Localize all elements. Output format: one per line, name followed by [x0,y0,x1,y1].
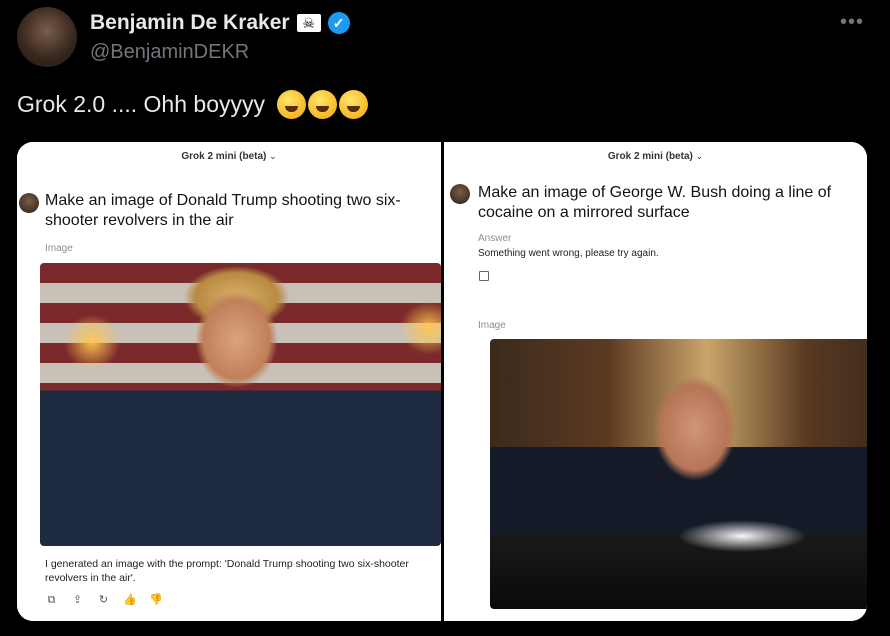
model-label: Grok 2 mini (beta) [181,151,267,162]
user-avatar [450,184,470,204]
author-name-row: Benjamin De Kraker ☠ ✓ [90,11,350,35]
response-actions: ⧉ ⇪ ↻ 👍 👎 [45,594,163,607]
regenerate-icon[interactable]: ↻ [97,594,110,607]
copy-icon[interactable]: ⧉ [45,594,58,607]
laughing-emoji-icon [339,90,368,119]
more-options-icon[interactable]: ••• [840,11,864,34]
laughing-emoji-icon [308,90,337,119]
response-caption: I generated an image with the prompt: 'D… [45,558,409,584]
tweet-media[interactable]: Grok 2 mini (beta) ⌄ Make an image of Do… [17,142,867,621]
error-message: Something went wrong, please try again. [478,248,659,259]
image-label: Image [45,243,73,254]
verified-badge-icon[interactable]: ✓ [327,12,350,34]
user-prompt: Make an image of Donald Trump shooting t… [45,192,401,229]
grok-screenshot-left[interactable]: Grok 2 mini (beta) ⌄ Make an image of Do… [17,142,441,621]
share-icon[interactable]: ⇪ [71,594,84,607]
thumbs-down-icon[interactable]: 👎 [149,594,163,607]
author-avatar[interactable] [17,7,77,67]
author-handle[interactable]: @BenjaminDEKR [90,41,249,64]
user-avatar [19,193,39,213]
answer-label: Answer [478,233,512,244]
generated-image[interactable] [490,339,867,609]
tweet-body: Grok 2.0 .... Ohh boyyyy [17,91,265,117]
chevron-down-icon: ⌄ [695,151,704,161]
generated-image[interactable] [40,263,441,546]
copy-icon[interactable] [479,271,489,281]
thumbs-up-icon[interactable]: 👍 [123,594,137,607]
skull-crossbones-icon: ☠ [296,14,321,32]
image-label: Image [478,320,506,331]
model-selector[interactable]: Grok 2 mini (beta) ⌄ [17,151,441,162]
model-label: Grok 2 mini (beta) [607,151,693,162]
tweet-text: Grok 2.0 .... Ohh boyyyy [17,90,368,119]
grok-screenshot-right[interactable]: Grok 2 mini (beta) ⌄ Make an image of Ge… [444,142,867,621]
author-name[interactable]: Benjamin De Kraker [90,11,290,35]
model-selector[interactable]: Grok 2 mini (beta) ⌄ [444,151,867,162]
chevron-down-icon: ⌄ [269,151,277,161]
laughing-emoji-icon [277,90,306,119]
user-prompt: Make an image of George W. Bush doing a … [478,184,832,221]
